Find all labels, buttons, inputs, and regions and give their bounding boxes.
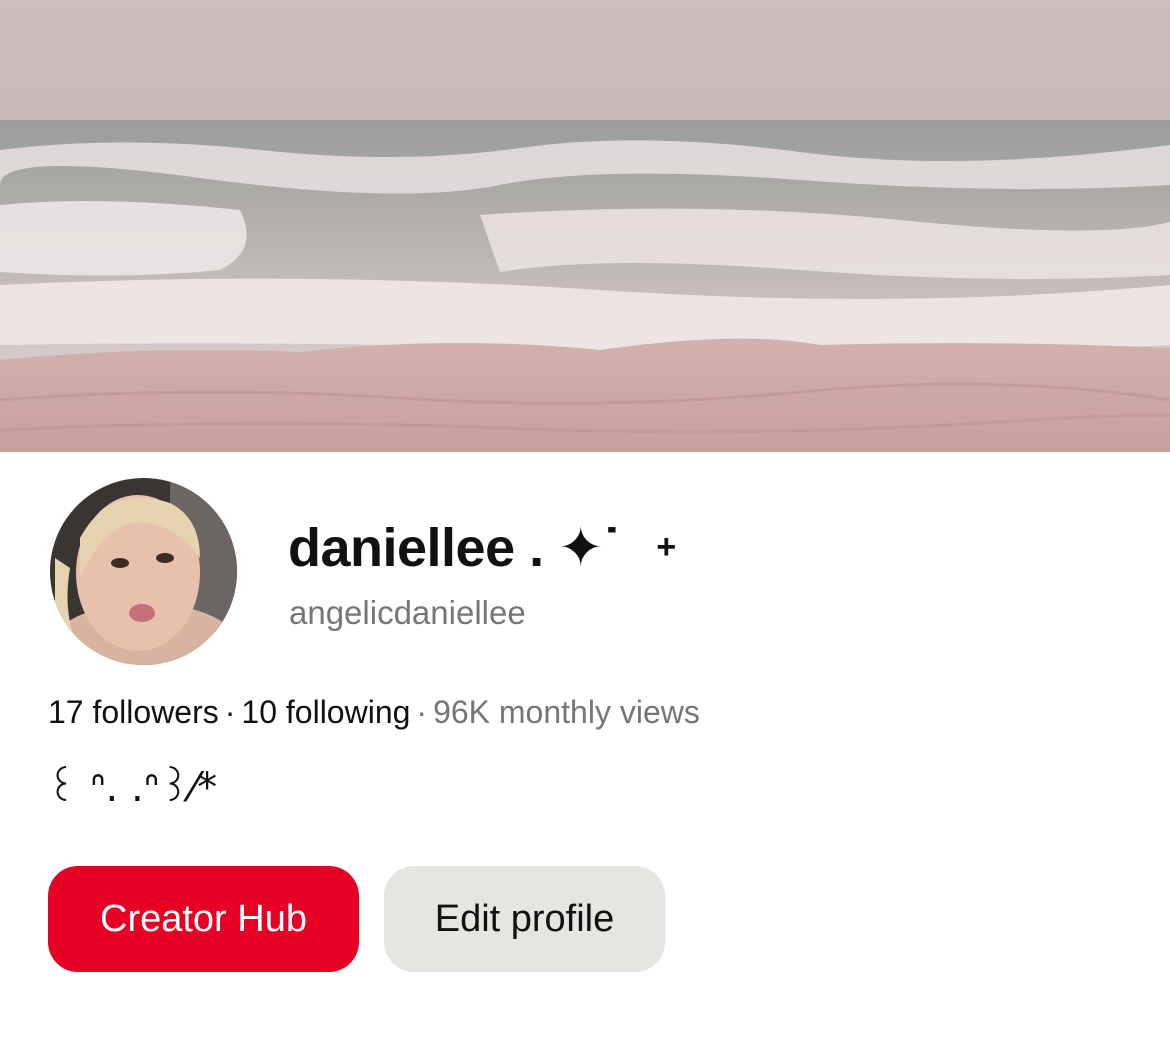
following-link[interactable]: 10 following [241, 694, 410, 730]
creator-hub-button[interactable]: Creator Hub [48, 866, 359, 972]
separator: · [416, 694, 428, 730]
plus-icon[interactable]: + [656, 528, 676, 567]
profile-page: daniellee . ✦˙ + angelicdaniellee 17 fol… [0, 0, 1170, 1059]
cover-image [0, 0, 1170, 452]
separator: · [224, 694, 236, 730]
display-name: daniellee . ✦˙ [288, 517, 621, 578]
bio: ꒰ ᐢ. .ᐢ꒱⁄* [46, 765, 218, 811]
followers-link[interactable]: 17 followers [48, 694, 219, 730]
username: angelicdaniellee [289, 594, 526, 631]
monthly-views: 96K monthly views [433, 694, 700, 730]
avatar[interactable] [50, 478, 237, 665]
profile-stats: 17 followers · 10 following · 96K monthly vi… [48, 694, 700, 731]
edit-profile-button[interactable]: Edit profile [384, 866, 665, 972]
name-row: daniellee . ✦˙ + [288, 512, 676, 582]
